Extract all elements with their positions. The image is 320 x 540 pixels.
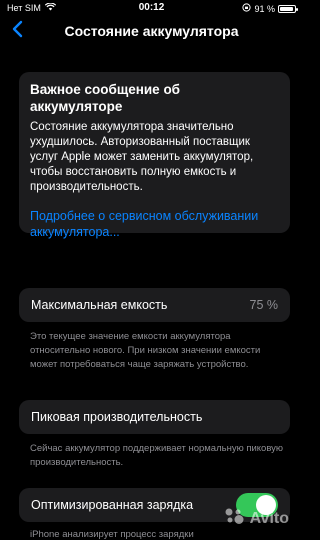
peak-performance-row: Пиковая производительность (19, 400, 290, 434)
avito-watermark: Avito (224, 507, 289, 530)
message-title: Важное сообщение об аккумуляторе (30, 82, 181, 114)
battery-percent: 91 % (254, 3, 275, 14)
max-capacity-label: Максимальная емкость (31, 298, 168, 312)
watermark-text: Avito (249, 509, 289, 527)
message-body: Состояние аккумулятора значительно ухудш… (30, 121, 254, 193)
battery-service-link[interactable]: Подробнее о сервисном обслуживании аккум… (30, 208, 279, 240)
max-capacity-value: 75 % (249, 298, 279, 312)
peak-performance-footnote: Сейчас аккумулятор поддерживает нормальн… (30, 443, 284, 468)
max-capacity-footnote: Это текущее значение емкости аккумулятор… (30, 331, 261, 370)
battery-icon (278, 4, 298, 13)
avito-logo-icon (224, 507, 246, 530)
orientation-lock-icon (242, 3, 252, 14)
battery-level-fill (280, 6, 293, 11)
battery-message-card: Важное сообщение об аккумуляторе Состоян… (19, 72, 290, 239)
navigation-bar: Состояние аккумулятора (0, 18, 303, 44)
peak-performance-label: Пиковая производительность (31, 410, 203, 424)
max-capacity-row: Максимальная емкость 75 % (19, 288, 290, 322)
page-title: Состояние аккумулятора (64, 23, 239, 39)
status-right: 91 % (242, 3, 298, 14)
status-bar: Нет SIM 00:12 91 % (0, 0, 303, 16)
optimized-charging-label: Оптимизированная зарядка (31, 498, 194, 512)
